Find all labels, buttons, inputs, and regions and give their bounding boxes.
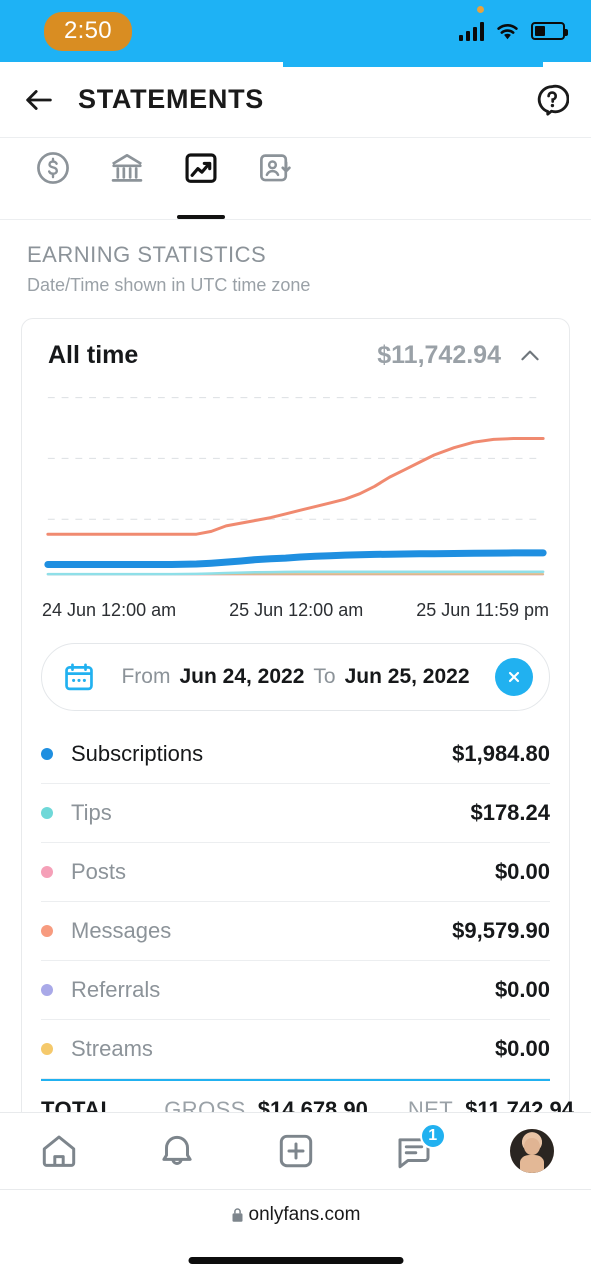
status-indicators [458, 5, 570, 41]
bottom-navigation: 1 [0, 1112, 591, 1190]
earnings-breakdown: Subscriptions $1,984.80 Tips $178.24 Posts $0… [41, 725, 550, 1079]
series-line-messages [48, 439, 543, 535]
chart-gridlines [47, 397, 544, 520]
nav-home[interactable] [0, 1113, 118, 1189]
breakdown-value: $178.24 [470, 800, 550, 825]
x-tick-2: 25 Jun 11:59 pm [416, 600, 549, 620]
app-bar: STATEMENTS [0, 62, 591, 138]
clear-date-range-button[interactable] [495, 658, 533, 696]
breakdown-row: Tips $178.24 [41, 784, 550, 843]
dollar-circle-icon [37, 152, 69, 184]
avatar[interactable] [509, 1129, 554, 1173]
legend-dot-icon [41, 748, 53, 760]
breakdown-value: $0.00 [494, 859, 550, 884]
avatar-body [519, 1154, 545, 1173]
chart-series [48, 439, 543, 575]
section-title: EARNING STATISTICS [27, 242, 267, 267]
url-display[interactable]: onlyfans.com [231, 1204, 361, 1226]
tab-payouts[interactable] [90, 138, 164, 219]
breakdown-label: Streams [71, 1036, 153, 1061]
breakdown-value: $1,984.80 [452, 741, 550, 766]
tab-statistics[interactable] [164, 138, 238, 219]
breakdown-value: $9,579.90 [452, 918, 550, 943]
help-icon[interactable] [535, 83, 569, 117]
earnings-card: All time $11,742.94 24 Jun 12:00 am 25 J… [21, 318, 574, 1162]
chart-image-icon [185, 153, 217, 183]
legend-dot-icon [41, 807, 53, 819]
date-range-text: From Jun 24, 2022 To Jun 25, 2022 [96, 665, 495, 689]
bell-icon [162, 1135, 192, 1165]
notch-strip [283, 62, 543, 67]
chart-svg [40, 397, 551, 594]
breakdown-row: Messages $9,579.90 [41, 902, 550, 961]
series-line-subscriptions [48, 553, 543, 565]
to-label: To [313, 665, 336, 688]
wifi-icon [497, 23, 518, 39]
breakdown-value: $0.00 [494, 977, 550, 1002]
legend-dot-icon [41, 866, 53, 878]
from-label: From [121, 665, 171, 688]
earnings-chart [40, 384, 551, 594]
home-icon [42, 1135, 76, 1167]
legend-dot-icon [41, 1043, 53, 1055]
messages-badge: 1 [419, 1123, 446, 1149]
breakdown-row: Subscriptions $1,984.80 [41, 725, 550, 784]
breakdown-label: Subscriptions [71, 741, 204, 766]
breakdown-label: Referrals [71, 977, 161, 1002]
breakdown-row: Posts $0.00 [41, 843, 550, 902]
status-bar: 2:50 [0, 0, 591, 62]
nav-notifications[interactable] [118, 1113, 236, 1189]
breakdown-value: $0.00 [494, 1036, 550, 1061]
earning-statistics-section: EARNING STATISTICS Date/Time shown in UT… [0, 220, 591, 296]
x-tick-0: 24 Jun 12:00 am [42, 600, 177, 620]
legend-dot-icon [41, 984, 53, 996]
page-title: STATEMENTS [78, 84, 264, 114]
back-arrow-icon[interactable] [22, 83, 56, 117]
chart-x-axis-labels: 24 Jun 12:00 am 25 Jun 12:00 am 25 Jun 1… [22, 594, 569, 621]
period-amount: $11,742.94 [377, 341, 501, 369]
url-text: onlyfans.com [248, 1204, 361, 1225]
lock-icon [232, 1208, 243, 1222]
recording-dot-icon [476, 5, 484, 13]
signal-bars-icon [458, 21, 484, 41]
chevron-up-icon[interactable] [517, 343, 543, 369]
tab-active-underline [177, 215, 225, 219]
tab-referrals[interactable] [238, 138, 312, 219]
status-time: 2:50 [44, 11, 132, 51]
statement-tabs [0, 138, 591, 220]
browser-footer: onlyfans.com [0, 1190, 591, 1280]
breakdown-label: Messages [71, 918, 172, 943]
period-label: All time [48, 341, 139, 369]
tab-earnings[interactable] [16, 138, 90, 219]
date-range-picker[interactable]: From Jun 24, 2022 To Jun 25, 2022 [41, 643, 550, 711]
person-card-download-icon [260, 154, 291, 182]
nav-new-post[interactable] [236, 1113, 354, 1189]
avatar-face [523, 1137, 540, 1156]
to-value: Jun 25, 2022 [344, 665, 470, 688]
close-icon [508, 671, 520, 683]
home-indicator[interactable] [188, 1257, 403, 1264]
bank-icon [111, 153, 143, 182]
breakdown-row: Referrals $0.00 [41, 961, 550, 1020]
from-value: Jun 24, 2022 [179, 665, 305, 688]
x-tick-1: 25 Jun 12:00 am [229, 600, 364, 620]
legend-dot-icon [41, 925, 53, 937]
battery-icon [531, 22, 568, 40]
breakdown-row: Streams $0.00 [41, 1020, 550, 1079]
phone-screen: 2:50 STATEMENTS EARNING STATISTICS Date/… [0, 0, 591, 1280]
section-subtitle: Date/Time shown in UTC time zone [27, 275, 311, 295]
breakdown-label: Tips [71, 800, 112, 825]
nav-profile[interactable] [473, 1113, 591, 1189]
card-header[interactable]: All time $11,742.94 [22, 319, 569, 384]
breakdown-label: Posts [71, 859, 127, 884]
calendar-icon[interactable] [62, 660, 96, 694]
plus-square-icon [279, 1134, 312, 1168]
nav-messages[interactable]: 1 [355, 1113, 473, 1189]
